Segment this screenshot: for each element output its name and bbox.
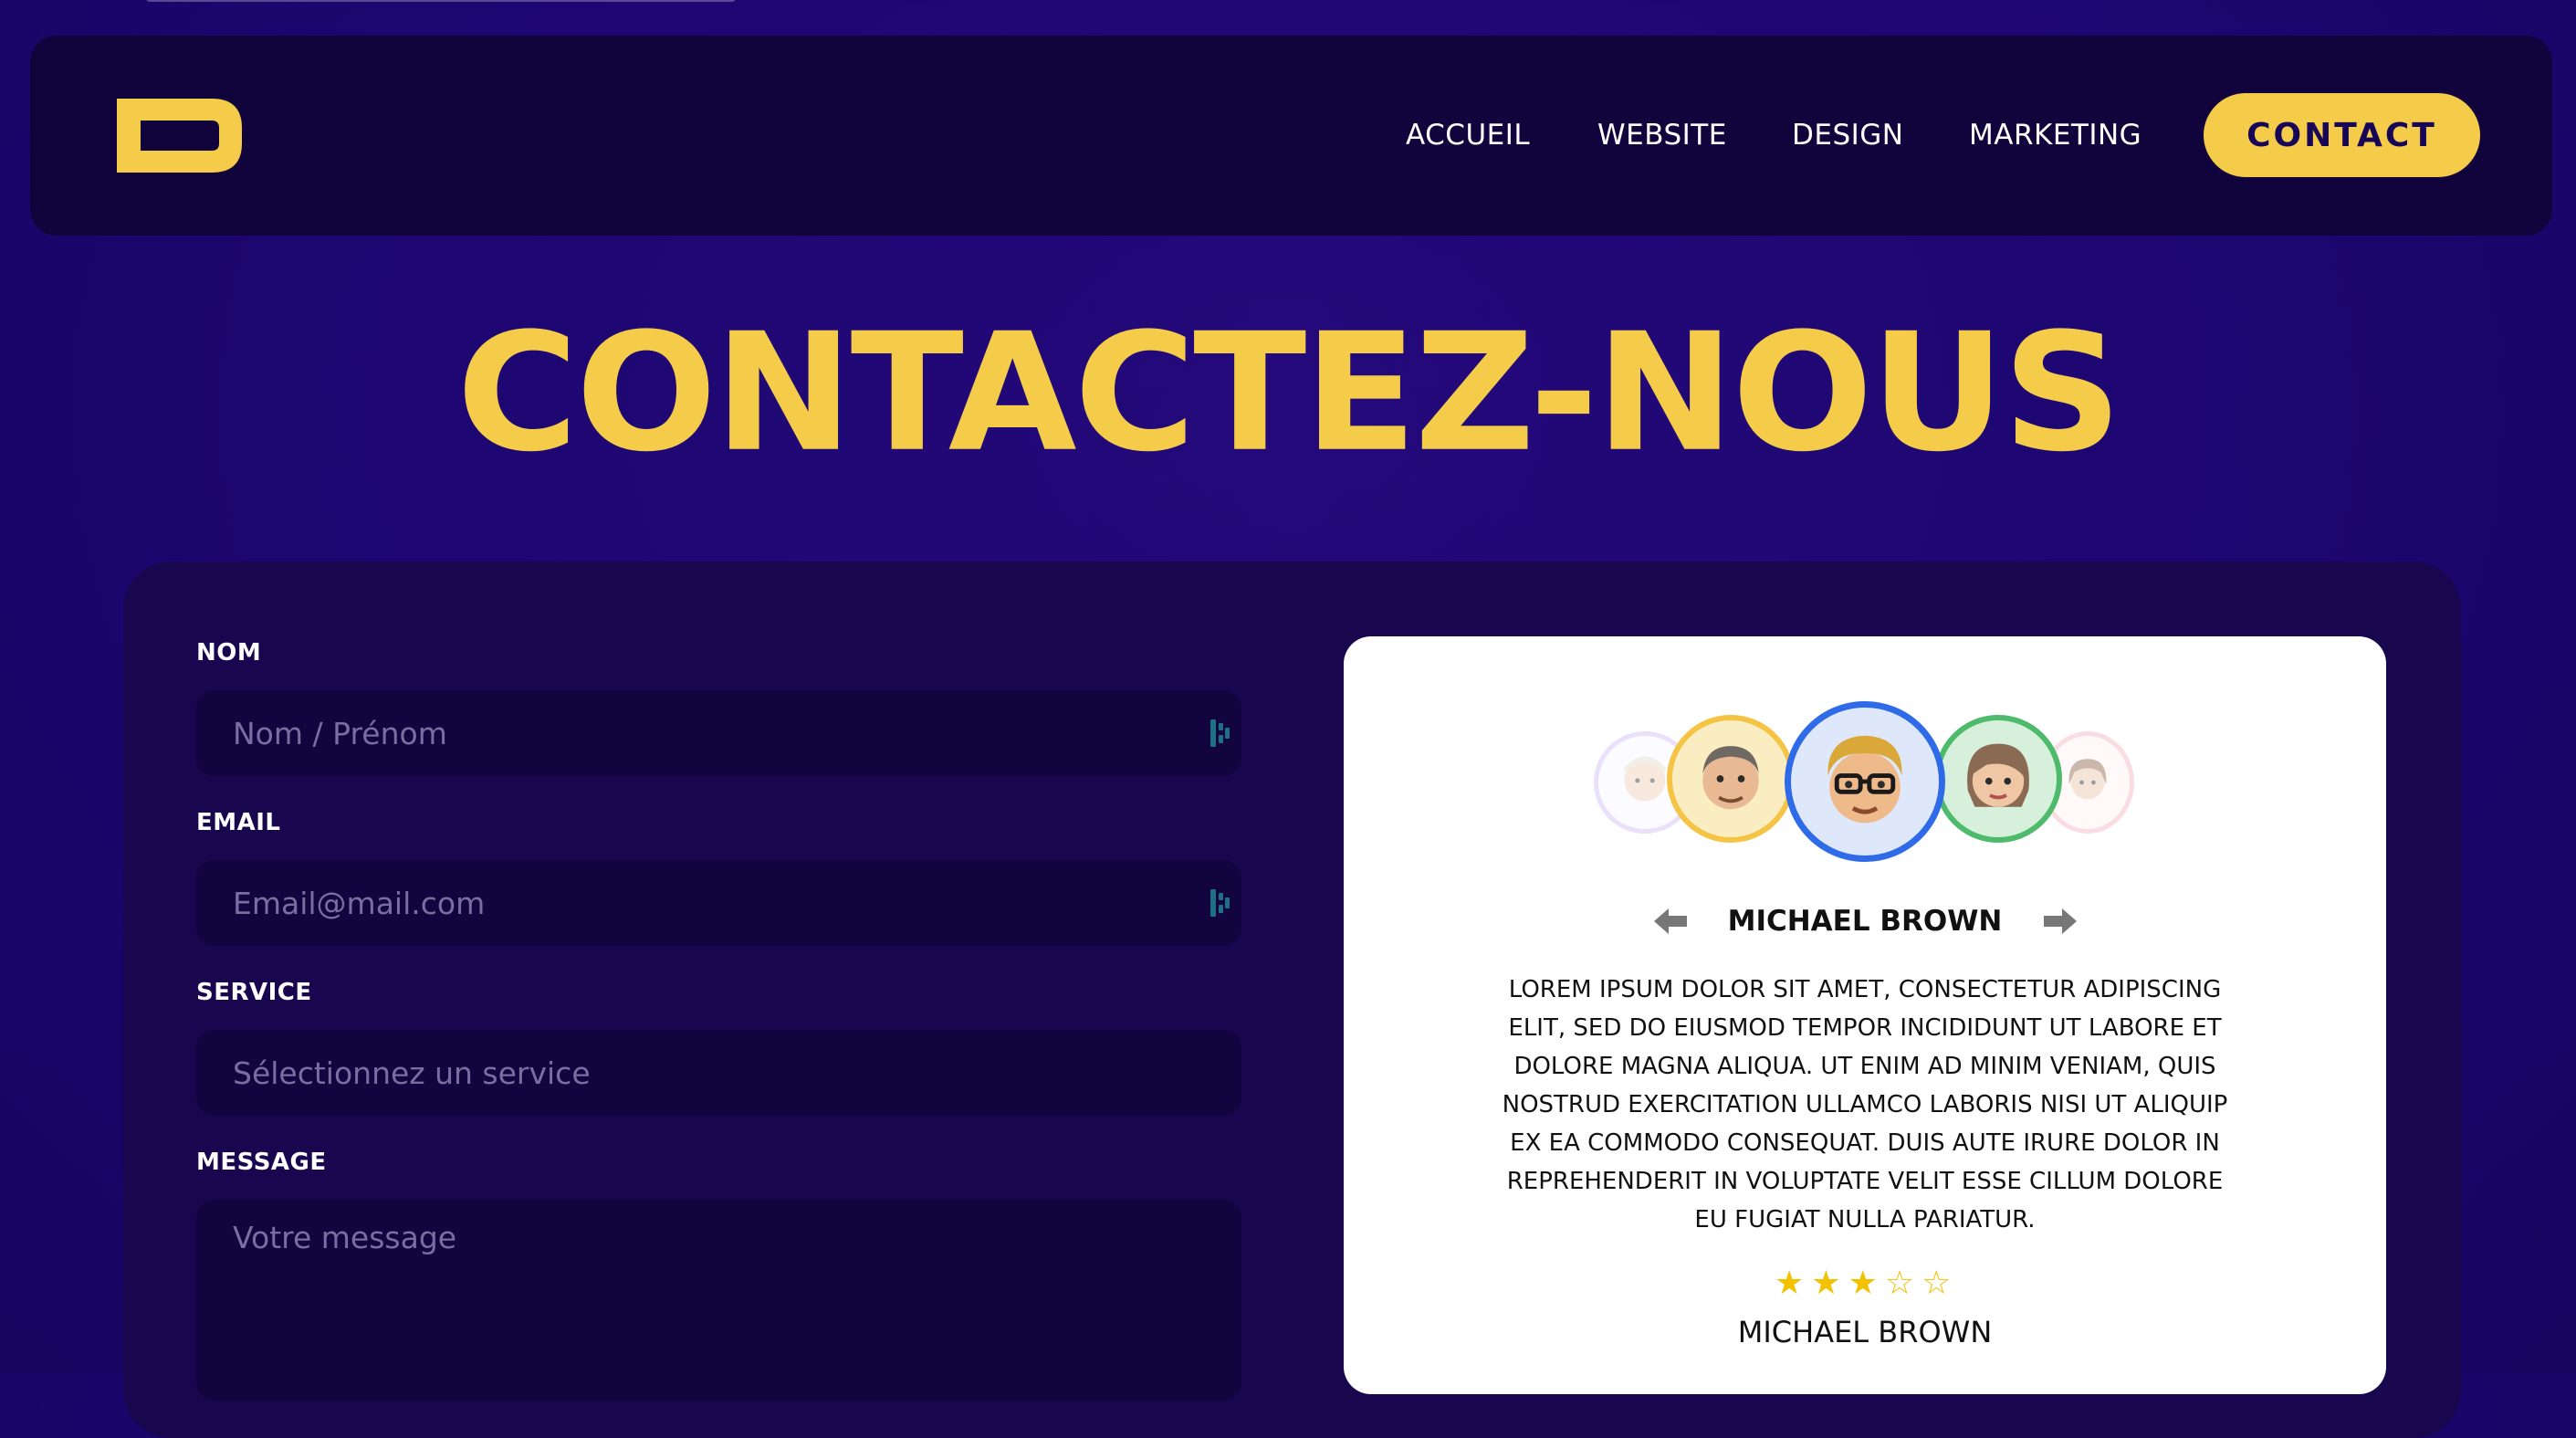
star-empty-icon: ☆ (1922, 1265, 1952, 1302)
avatar-right[interactable] (1934, 715, 2062, 843)
reviewer-footer-name: MICHAEL BROWN (1737, 1315, 1993, 1349)
contact-button[interactable]: CONTACT (2204, 93, 2480, 177)
nav-link-accueil[interactable]: ACCUEIL (1406, 117, 1530, 153)
service-label: SERVICE (196, 979, 312, 1006)
message-label: MESSAGE (196, 1149, 327, 1176)
autofill-icon[interactable] (1210, 719, 1230, 747)
email-input[interactable] (196, 860, 1241, 946)
autofill-icon[interactable] (1210, 889, 1230, 917)
avatar-left[interactable] (1667, 715, 1795, 843)
service-select[interactable] (196, 1030, 1241, 1116)
star-rating: ★ ★ ★ ☆ ☆ (1775, 1265, 1951, 1302)
name-input[interactable] (196, 690, 1241, 776)
star-filled-icon: ★ (1811, 1265, 1841, 1302)
nav-link-website[interactable]: WEBSITE (1597, 117, 1727, 153)
brand-logo[interactable] (117, 99, 242, 173)
nav-link-marketing[interactable]: MARKETING (1969, 117, 2141, 153)
star-empty-icon: ☆ (1884, 1265, 1915, 1302)
message-textarea[interactable] (196, 1200, 1241, 1401)
star-filled-icon: ★ (1775, 1265, 1805, 1302)
name-label: NOM (196, 639, 262, 667)
top-scroll-sliver (146, 0, 736, 2)
star-filled-icon: ★ (1848, 1265, 1878, 1302)
review-text: LOREM IPSUM DOLOR SIT AMET, CONSECTETUR … (1502, 976, 2228, 1233)
navbar (30, 36, 2552, 236)
arrow-right-icon[interactable] (2040, 903, 2080, 939)
email-label: EMAIL (196, 809, 281, 836)
avatar-active[interactable] (1785, 701, 1945, 862)
page-title: CONTACTEZ-NOUS (456, 298, 2122, 488)
reviewer-name: MICHAEL BROWN (1727, 905, 2003, 938)
nav-link-design[interactable]: DESIGN (1792, 117, 1904, 153)
